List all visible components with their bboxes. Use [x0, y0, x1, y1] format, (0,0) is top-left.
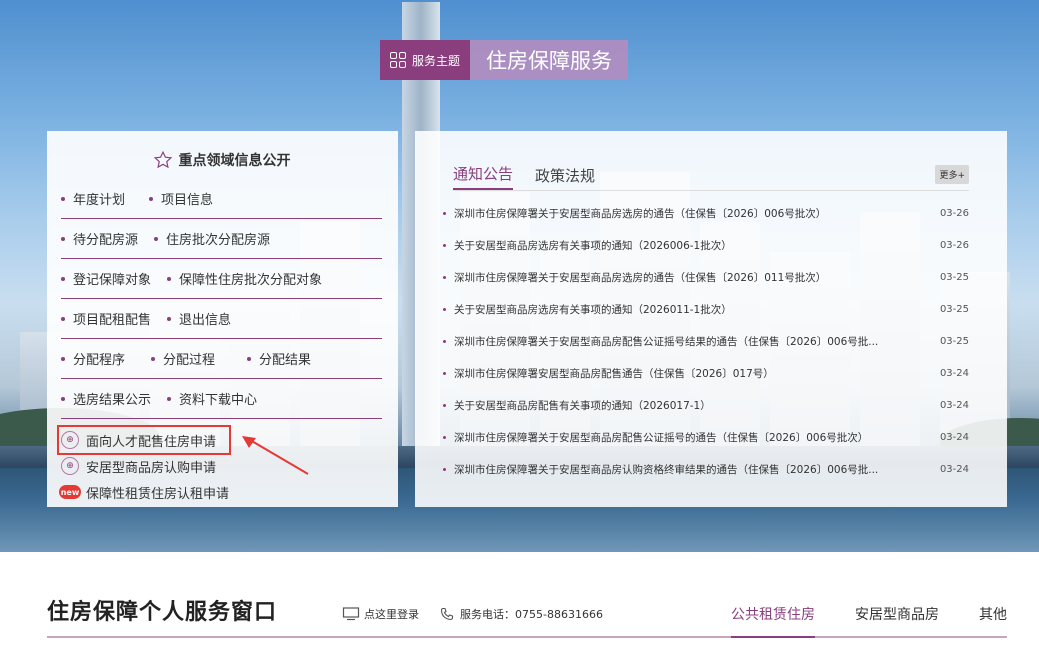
tab-other[interactable]: 其他 — [979, 604, 1007, 638]
news-list: 深圳市住房保障署关于安居型商品房选房的通告（住保售〔2026〕006号批次） 03… — [453, 191, 969, 485]
tab-public-rental[interactable]: 公共租赁住房 — [731, 604, 815, 638]
more-button[interactable]: 更多+ — [935, 165, 969, 184]
info-link-allocation-result[interactable]: 分配结果 — [247, 349, 311, 368]
news-title: 关于安居型商品房选房有关事项的通知（2026006-1批次） — [454, 239, 732, 252]
rental-housing-application-link[interactable]: new 保障性租赁住房认租申请 — [59, 479, 382, 505]
info-link-allocation-procedure[interactable]: 分配程序 — [61, 349, 125, 368]
news-date: 03-24 — [939, 431, 969, 443]
news-title: 深圳市住房保障署关于安居型商品房认购资格终审结果的通告（住保售〔2026〕006… — [454, 463, 879, 476]
news-date: 03-24 — [939, 367, 969, 379]
application-label: 面向人才配售住房申请 — [86, 434, 217, 450]
info-row: 分配程序 分配过程 分配结果 — [61, 339, 382, 379]
news-date: 03-25 — [939, 303, 969, 315]
service-theme-banner: 服务主题 住房保障服务 — [380, 40, 629, 80]
affordable-housing-application-link[interactable]: ⊕ 安居型商品房认购申请 — [61, 453, 382, 479]
page-title: 住房保障服务 — [470, 40, 629, 80]
news-item[interactable]: 深圳市住房保障署关于安居型商品房配售公证摇号的通告（住保售〔2026〕006号批… — [453, 421, 969, 453]
info-link-allocation-process[interactable]: 分配过程 — [151, 349, 215, 368]
red-arrow-icon — [242, 436, 309, 475]
news-tabs: 通知公告 政策法规 更多+ — [453, 131, 969, 191]
phone-icon — [440, 607, 454, 621]
grid-icon — [390, 52, 406, 68]
news-title: 深圳市住房保障署安居型商品房配售通告（住保售〔2026〕017号） — [454, 367, 774, 380]
news-item[interactable]: 深圳市住房保障署关于安居型商品房选房的通告（住保售〔2026〕011号批次） 03… — [453, 261, 969, 293]
news-item[interactable]: 深圳市住房保障署关于安居型商品房认购资格终审结果的通告（住保售〔2026〕006… — [453, 453, 969, 485]
news-title: 深圳市住房保障署关于安居型商品房选房的通告（住保售〔2026〕006号批次） — [454, 207, 827, 220]
application-icon: ⊕ — [61, 431, 79, 449]
news-title: 深圳市住房保障署关于安居型商品房配售公证摇号结果的通告（住保售〔2026〕006… — [454, 335, 879, 348]
news-date: 03-24 — [939, 463, 969, 475]
news-date: 03-24 — [939, 399, 969, 411]
tab-policies[interactable]: 政策法规 — [535, 165, 595, 190]
info-row: 项目配租配售 退出信息 — [61, 299, 382, 339]
info-link-annual-plan[interactable]: 年度计划 — [61, 189, 125, 208]
info-link-pending-housing[interactable]: 待分配房源 — [61, 229, 138, 248]
section-title: 住房保障个人服务窗口 — [47, 600, 278, 625]
news-item[interactable]: 关于安居型商品房选房有关事项的通知（2026006-1批次） 03-26 — [453, 229, 969, 261]
info-link-registered-objects[interactable]: 登记保障对象 — [61, 269, 151, 288]
computer-icon — [342, 607, 360, 621]
service-tabs: 公共租赁住房 安居型商品房 其他 — [691, 604, 1007, 638]
application-list: ⊕ 面向人才配售住房申请 ⊕ 安居型商品房认购申请 new 保障性租赁住房认租申… — [57, 419, 382, 505]
service-theme-tag: 服务主题 — [380, 40, 471, 80]
news-title: 关于安居型商品房选房有关事项的通知（2026011-1批次） — [454, 303, 732, 316]
key-info-title: 重点领域信息公开 — [178, 153, 291, 169]
info-row: 年度计划 项目信息 — [61, 179, 382, 219]
talent-housing-application-link[interactable]: ⊕ 面向人才配售住房申请 — [57, 425, 231, 455]
personal-service-window: 住房保障个人服务窗口 点这里登录 服务电话：0755-88631666 公共租赁… — [47, 586, 1007, 638]
info-link-selection-result[interactable]: 选房结果公示 — [61, 389, 151, 408]
news-title: 关于安居型商品房配售有关事项的通知（2026017-1） — [454, 399, 711, 412]
key-info-panel: 重点领域信息公开 年度计划 项目信息 待分配房源 住房批次分配房源 登记保障对象… — [47, 131, 398, 507]
news-title: 深圳市住房保障署关于安居型商品房配售公证摇号的通告（住保售〔2026〕006号批… — [454, 431, 869, 444]
info-link-project-info[interactable]: 项目信息 — [149, 189, 213, 208]
info-row: 登记保障对象 保障性住房批次分配对象 — [61, 259, 382, 299]
news-item[interactable]: 深圳市住房保障署关于安居型商品房选房的通告（住保售〔2026〕006号批次） 03… — [453, 197, 969, 229]
application-icon: ⊕ — [61, 457, 79, 475]
news-item[interactable]: 关于安居型商品房配售有关事项的通知（2026017-1） 03-24 — [453, 389, 969, 421]
news-item[interactable]: 深圳市住房保障署关于安居型商品房配售公证摇号结果的通告（住保售〔2026〕006… — [453, 325, 969, 357]
info-row: 待分配房源 住房批次分配房源 — [61, 219, 382, 259]
news-date: 03-25 — [939, 271, 969, 283]
login-link[interactable]: 点这里登录 — [342, 606, 419, 622]
news-date: 03-26 — [939, 239, 969, 251]
tab-affordable-housing[interactable]: 安居型商品房 — [855, 604, 939, 638]
info-link-batch-housing[interactable]: 住房批次分配房源 — [154, 229, 270, 248]
star-icon — [153, 150, 172, 169]
news-date: 03-26 — [939, 207, 969, 219]
key-info-header: 重点领域信息公开 — [61, 131, 382, 179]
info-link-download-center[interactable]: 资料下载中心 — [167, 389, 257, 408]
application-label: 安居型商品房认购申请 — [86, 460, 217, 476]
tab-notices[interactable]: 通知公告 — [453, 163, 514, 190]
new-badge-icon: new — [59, 485, 81, 499]
info-row: 选房结果公示 资料下载中心 — [61, 379, 382, 419]
info-link-rental-sale[interactable]: 项目配租配售 — [61, 309, 151, 328]
news-panel: 通知公告 政策法规 更多+ 深圳市住房保障署关于安居型商品房选房的通告（住保售〔… — [415, 131, 1007, 507]
application-label: 保障性租赁住房认租申请 — [86, 486, 230, 502]
news-item[interactable]: 深圳市住房保障署安居型商品房配售通告（住保售〔2026〕017号） 03-24 — [453, 357, 969, 389]
news-title: 深圳市住房保障署关于安居型商品房选房的通告（住保售〔2026〕011号批次） — [454, 271, 827, 284]
service-theme-label: 服务主题 — [412, 53, 461, 68]
phone-label: 服务电话：0755-88631666 — [460, 608, 603, 621]
info-link-batch-objects[interactable]: 保障性住房批次分配对象 — [167, 269, 322, 288]
news-item[interactable]: 关于安居型商品房选房有关事项的通知（2026011-1批次） 03-25 — [453, 293, 969, 325]
news-date: 03-25 — [939, 335, 969, 347]
login-label: 点这里登录 — [364, 608, 419, 621]
info-link-exit-info[interactable]: 退出信息 — [167, 309, 231, 328]
service-phone: 服务电话：0755-88631666 — [440, 606, 603, 622]
